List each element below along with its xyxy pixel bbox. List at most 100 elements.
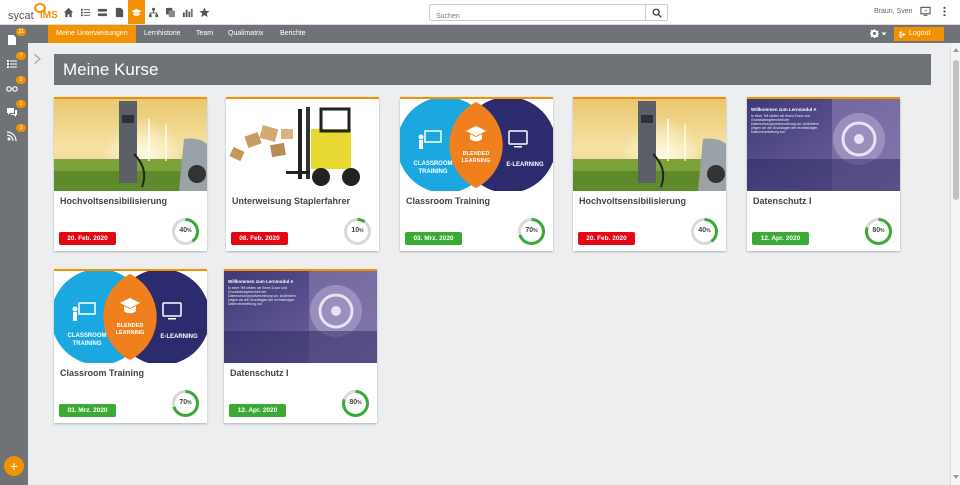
progress-indicator: 80% <box>341 389 370 418</box>
screen-share-icon[interactable] <box>920 6 931 17</box>
course-title[interactable]: Datenschutz I <box>230 368 289 378</box>
scrollbar[interactable] <box>950 43 960 485</box>
due-date-badge: 12. Apr. 2020 <box>752 232 809 245</box>
chevron-down-icon <box>881 32 887 35</box>
rail-item-review[interactable]: 2 <box>6 76 26 97</box>
course-thumbnail[interactable]: Willkommen zum Lernmodul A In einer Teil… <box>224 271 377 363</box>
user-actions <box>920 6 950 17</box>
course-thumbnail[interactable] <box>54 99 207 191</box>
svg-text:BLENDEDLEARNING: BLENDED LEARNING <box>462 151 491 164</box>
progress-indicator: 70% <box>517 217 546 246</box>
tab-lernhistorie[interactable]: Lernhistorie <box>144 25 181 43</box>
logout-icon <box>899 31 906 37</box>
tab-meine-unterweisungen[interactable]: Meine Unterweisungen <box>48 25 136 43</box>
due-date-badge: 08. Feb. 2020 <box>231 232 288 245</box>
search-box <box>429 4 668 24</box>
badge-count: 3 <box>16 124 26 132</box>
user-name[interactable]: Braun, Sven <box>874 8 913 15</box>
settings-menu[interactable] <box>870 29 887 38</box>
badge-count: 2 <box>16 76 26 84</box>
course-card[interactable]: Unterweisung Staplerfahrer 08. Feb. 2020… <box>226 97 379 251</box>
due-date-badge: 20. Feb. 2020 <box>59 232 116 245</box>
star-icon[interactable] <box>196 0 213 24</box>
course-thumbnail[interactable] <box>226 99 379 191</box>
course-title[interactable]: Classroom Training <box>60 368 144 378</box>
svg-text:BLENDEDLEARNING: BLENDED LEARNING <box>116 323 145 336</box>
search-icon <box>652 8 662 18</box>
progress-value: 40% <box>698 227 711 234</box>
logout-button[interactable]: Logout <box>894 27 944 41</box>
course-card[interactable]: CLASSROOM TRAINING BLENDED LEARNING E-LEAR… <box>400 97 553 251</box>
home-icon[interactable] <box>60 0 77 24</box>
org-chart-icon[interactable] <box>145 0 162 24</box>
progress-value: 10% <box>351 227 364 234</box>
progress-indicator: 40% <box>690 217 719 246</box>
logo-text: sycat <box>8 10 34 22</box>
page-header: Meine Kurse <box>54 54 931 85</box>
ev-charger-thumbnail <box>54 99 207 191</box>
svg-text:Willkommen zum Lernmodul A: Willkommen zum Lernmodul A <box>228 279 294 284</box>
expand-sidebar-button[interactable] <box>34 51 44 64</box>
svg-text:Willkommen zum Lernmodul A: Willkommen zum Lernmodul A <box>751 107 817 112</box>
document-icon[interactable] <box>111 0 128 24</box>
copy-icon[interactable] <box>162 0 179 24</box>
course-title[interactable]: Hochvoltsensibilisierung <box>579 196 686 206</box>
rail-item-signals[interactable]: 3 <box>6 124 26 145</box>
logout-label: Logout <box>909 30 931 37</box>
scrollbar-thumb[interactable] <box>953 60 959 200</box>
top-bar: sycat IMS Braun, Sven <box>0 0 960 25</box>
course-thumbnail[interactable]: CLASSROOM TRAINING BLENDED LEARNING E-LEAR… <box>54 271 207 363</box>
badge-count: 1 <box>16 100 26 108</box>
course-card[interactable]: Willkommen zum Lernmodul A In einer Teil… <box>224 269 377 423</box>
course-card[interactable]: CLASSROOM TRAINING BLENDED LEARNING E-LEAR… <box>54 269 207 423</box>
course-thumbnail[interactable] <box>573 99 726 191</box>
nav-bar: Meine Unterweisungen Lernhistorie Team Q… <box>28 25 960 43</box>
layers-icon[interactable] <box>94 0 111 24</box>
top-toolbar <box>60 0 213 24</box>
tab-qualimatrix[interactable]: Qualimatrix <box>228 25 263 43</box>
gear-icon <box>870 29 879 38</box>
course-thumbnail[interactable]: Willkommen zum Lernmodul A In einer Teil… <box>747 99 900 191</box>
progress-indicator: 10% <box>343 217 372 246</box>
page-title: Meine Kurse <box>63 60 159 79</box>
course-card[interactable]: Willkommen zum Lernmodul A In einer Teil… <box>747 97 900 251</box>
graduation-cap-icon[interactable] <box>128 0 145 24</box>
chat-icon <box>7 108 17 117</box>
left-rail: 21 7 2 1 3 <box>0 25 28 485</box>
course-card[interactable]: Hochvoltsensibilisierung 20. Feb. 2020 4… <box>573 97 726 251</box>
course-card[interactable]: Hochvoltsensibilisierung 20. Feb. 2020 4… <box>54 97 207 251</box>
blended-learning-thumbnail: CLASSROOM TRAINING BLENDED LEARNING E-LEAR… <box>54 271 207 363</box>
add-button[interactable]: + <box>4 456 24 476</box>
glasses-icon <box>6 86 18 92</box>
checklist-icon[interactable] <box>77 0 94 24</box>
forklift-thumbnail <box>226 99 379 191</box>
tab-berichte[interactable]: Berichte <box>280 25 306 43</box>
course-title[interactable]: Classroom Training <box>406 196 490 206</box>
due-date-badge: 20. Feb. 2020 <box>578 232 635 245</box>
progress-indicator: 70% <box>171 389 200 418</box>
due-date-badge: 12. Apr. 2020 <box>229 404 286 417</box>
svg-text:E-LEARNING: E-LEARNING <box>506 162 544 168</box>
progress-indicator: 40% <box>171 217 200 246</box>
search-input[interactable] <box>430 9 640 24</box>
course-thumbnail[interactable]: CLASSROOM TRAINING BLENDED LEARNING E-LEAR… <box>400 99 553 191</box>
course-title[interactable]: Hochvoltsensibilisierung <box>60 196 167 206</box>
due-date-badge: 03. Mrz. 2020 <box>405 232 462 245</box>
chevron-right-icon <box>34 54 41 64</box>
badge-count: 7 <box>16 52 26 60</box>
app-logo[interactable]: sycat IMS <box>8 2 58 24</box>
tab-team[interactable]: Team <box>196 25 213 43</box>
rail-item-courses[interactable]: 21 <box>6 28 26 49</box>
course-title[interactable]: Datenschutz I <box>753 196 812 206</box>
progress-value: 70% <box>525 227 538 234</box>
bar-chart-icon[interactable] <box>179 0 196 24</box>
rail-item-messages[interactable]: 1 <box>6 100 26 121</box>
progress-value: 80% <box>872 227 885 234</box>
document-icon <box>8 35 16 45</box>
course-title[interactable]: Unterweisung Staplerfahrer <box>232 196 350 206</box>
rail-item-tasks[interactable]: 7 <box>6 52 26 73</box>
more-vertical-icon[interactable] <box>939 6 950 17</box>
signal-icon <box>6 131 17 142</box>
search-button[interactable] <box>645 5 667 20</box>
logo-ims: IMS <box>40 10 58 21</box>
